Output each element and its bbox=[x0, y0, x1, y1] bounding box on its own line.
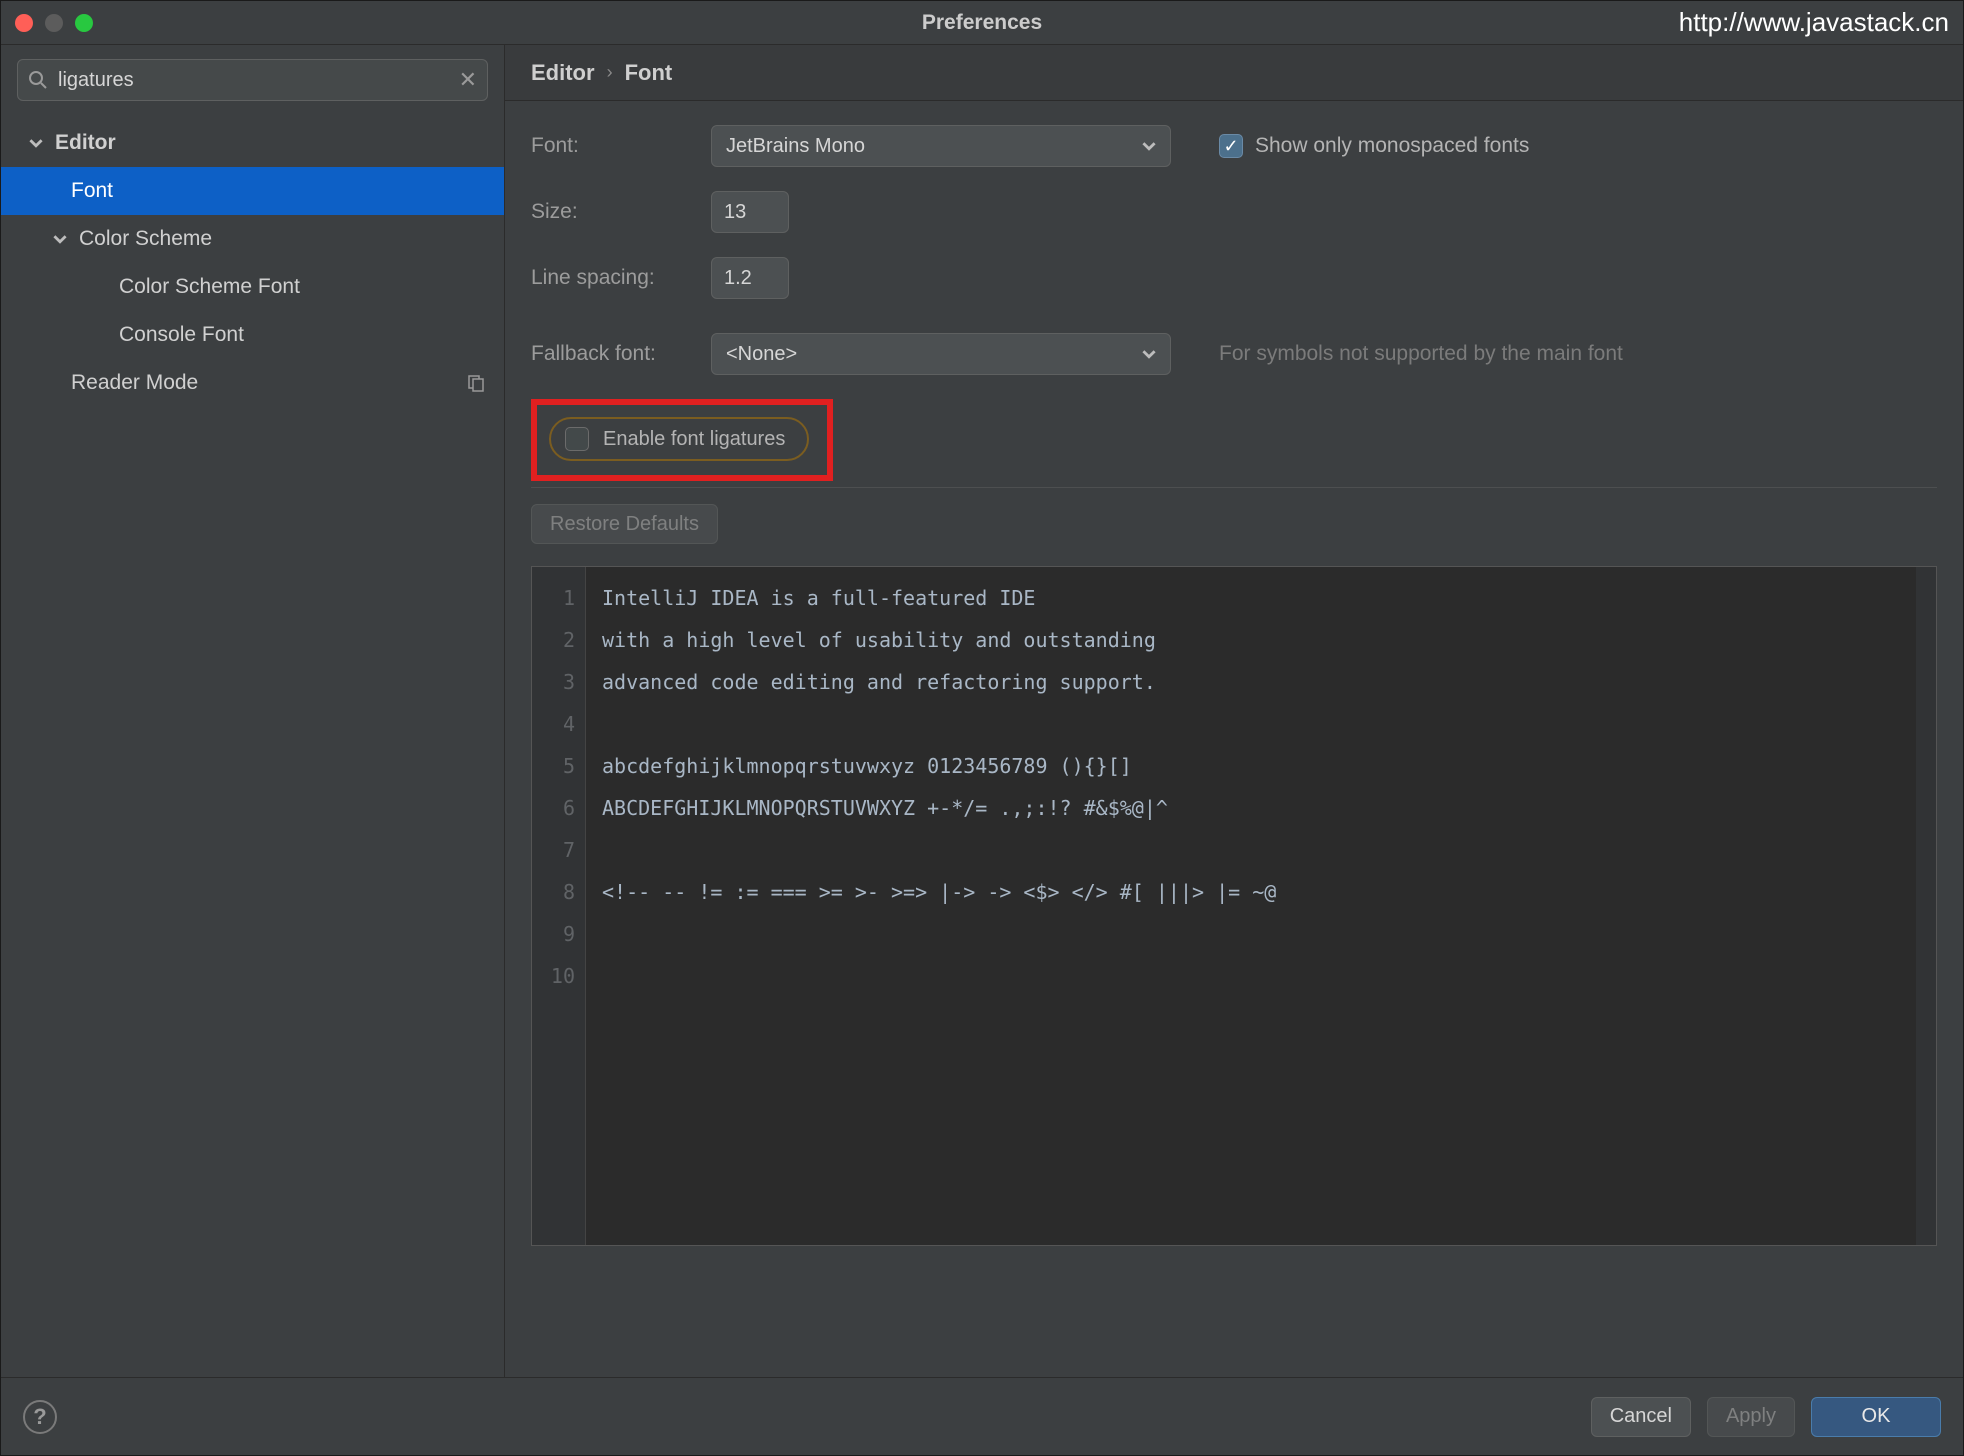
tree-label: Editor bbox=[55, 131, 116, 155]
restore-defaults-button[interactable]: Restore Defaults bbox=[531, 504, 718, 544]
chevron-down-icon bbox=[1142, 347, 1156, 361]
chevron-down-icon bbox=[27, 136, 45, 150]
monospaced-checkbox[interactable]: ✓ bbox=[1219, 134, 1243, 158]
watermark-text: http://www.javastack.cn bbox=[1679, 7, 1949, 38]
preview-gutter: 12345678910 bbox=[532, 567, 586, 1245]
breadcrumb-separator-icon: › bbox=[607, 62, 613, 83]
code-line: IntelliJ IDEA is a full-featured IDE bbox=[602, 577, 1900, 619]
tree-item-font[interactable]: Font bbox=[1, 167, 504, 215]
monospaced-label: Show only monospaced fonts bbox=[1255, 134, 1529, 158]
tree-item-color-scheme-font[interactable]: Color Scheme Font bbox=[1, 263, 504, 311]
minimize-window-button[interactable] bbox=[45, 14, 63, 32]
ligatures-label: Enable font ligatures bbox=[603, 428, 785, 451]
line-number: 7 bbox=[532, 829, 575, 871]
settings-tree: Editor Font Color Scheme Color Scheme Fo… bbox=[1, 113, 504, 407]
font-form: Font: JetBrains Mono ✓ Show only monospa… bbox=[505, 101, 1963, 554]
tree-label: Color Scheme Font bbox=[119, 275, 300, 299]
breadcrumb: Editor › Font bbox=[505, 45, 1963, 101]
tree-item-editor[interactable]: Editor bbox=[1, 119, 504, 167]
tree-item-console-font[interactable]: Console Font bbox=[1, 311, 504, 359]
fallback-hint: For symbols not supported by the main fo… bbox=[1219, 342, 1623, 366]
line-number: 1 bbox=[532, 577, 575, 619]
preview-scrollbar[interactable] bbox=[1916, 567, 1936, 1245]
line-number: 5 bbox=[532, 745, 575, 787]
fallback-font-value: <None> bbox=[726, 343, 797, 366]
font-preview: 12345678910 IntelliJ IDEA is a full-feat… bbox=[531, 566, 1937, 1246]
traffic-lights bbox=[15, 14, 93, 32]
chevron-down-icon bbox=[51, 232, 69, 246]
line-spacing-label: Line spacing: bbox=[531, 266, 691, 290]
preview-code: IntelliJ IDEA is a full-featured IDEwith… bbox=[586, 567, 1916, 1245]
divider bbox=[531, 487, 1937, 488]
maximize-window-button[interactable] bbox=[75, 14, 93, 32]
tree-item-color-scheme[interactable]: Color Scheme bbox=[1, 215, 504, 263]
font-select-value: JetBrains Mono bbox=[726, 135, 865, 158]
dialog-footer: ? Cancel Apply OK bbox=[1, 1377, 1963, 1455]
tree-label: Console Font bbox=[119, 323, 244, 347]
code-line: ABCDEFGHIJKLMNOPQRSTUVWXYZ +-*/= .,;:!? … bbox=[602, 787, 1900, 829]
search-input[interactable] bbox=[58, 69, 449, 92]
code-line: abcdefghijklmnopqrstuvwxyz 0123456789 ()… bbox=[602, 745, 1900, 787]
search-field[interactable]: ✕ bbox=[17, 59, 488, 101]
ligatures-checkbox[interactable] bbox=[565, 427, 589, 451]
chevron-down-icon bbox=[1142, 139, 1156, 153]
code-line: with a high level of usability and outst… bbox=[602, 619, 1900, 661]
code-line: advanced code editing and refactoring su… bbox=[602, 661, 1900, 703]
line-spacing-input[interactable] bbox=[711, 257, 789, 299]
apply-button[interactable]: Apply bbox=[1707, 1397, 1795, 1437]
line-number: 6 bbox=[532, 787, 575, 829]
titlebar: Preferences http://www.javastack.cn bbox=[1, 1, 1963, 45]
code-line bbox=[602, 829, 1900, 871]
breadcrumb-root[interactable]: Editor bbox=[531, 60, 595, 86]
content-area: Editor › Font Font: JetBrains Mono ✓ Sh bbox=[505, 45, 1963, 1377]
line-number: 3 bbox=[532, 661, 575, 703]
size-input[interactable] bbox=[711, 191, 789, 233]
fallback-font-label: Fallback font: bbox=[531, 342, 691, 366]
cancel-button[interactable]: Cancel bbox=[1591, 1397, 1691, 1437]
tree-label: Font bbox=[71, 179, 113, 203]
tree-label: Color Scheme bbox=[79, 227, 212, 251]
font-select[interactable]: JetBrains Mono bbox=[711, 125, 1171, 167]
line-number: 10 bbox=[532, 955, 575, 997]
size-label: Size: bbox=[531, 200, 691, 224]
window-title: Preferences bbox=[922, 11, 1042, 35]
help-button[interactable]: ? bbox=[23, 1400, 57, 1434]
preferences-window: Preferences http://www.javastack.cn ✕ bbox=[0, 0, 1964, 1456]
code-line bbox=[602, 913, 1900, 955]
search-icon bbox=[28, 70, 48, 90]
sidebar: ✕ Editor Font Color Scheme bbox=[1, 45, 505, 1377]
code-line: <!-- -- != := === >= >- >=> |-> -> <$> <… bbox=[602, 871, 1900, 913]
line-number: 4 bbox=[532, 703, 575, 745]
tree-label: Reader Mode bbox=[71, 371, 198, 395]
annotation-highlight: Enable font ligatures bbox=[531, 399, 833, 481]
breadcrumb-leaf: Font bbox=[625, 60, 673, 86]
line-number: 2 bbox=[532, 619, 575, 661]
close-window-button[interactable] bbox=[15, 14, 33, 32]
code-line bbox=[602, 703, 1900, 745]
fallback-font-select[interactable]: <None> bbox=[711, 333, 1171, 375]
line-number: 8 bbox=[532, 871, 575, 913]
tree-item-reader-mode[interactable]: Reader Mode bbox=[1, 359, 504, 407]
ok-button[interactable]: OK bbox=[1811, 1397, 1941, 1437]
code-line bbox=[602, 955, 1900, 997]
line-number: 9 bbox=[532, 913, 575, 955]
copy-icon[interactable] bbox=[466, 373, 486, 393]
body: ✕ Editor Font Color Scheme bbox=[1, 45, 1963, 1377]
clear-search-icon[interactable]: ✕ bbox=[459, 67, 477, 93]
font-label: Font: bbox=[531, 134, 691, 158]
